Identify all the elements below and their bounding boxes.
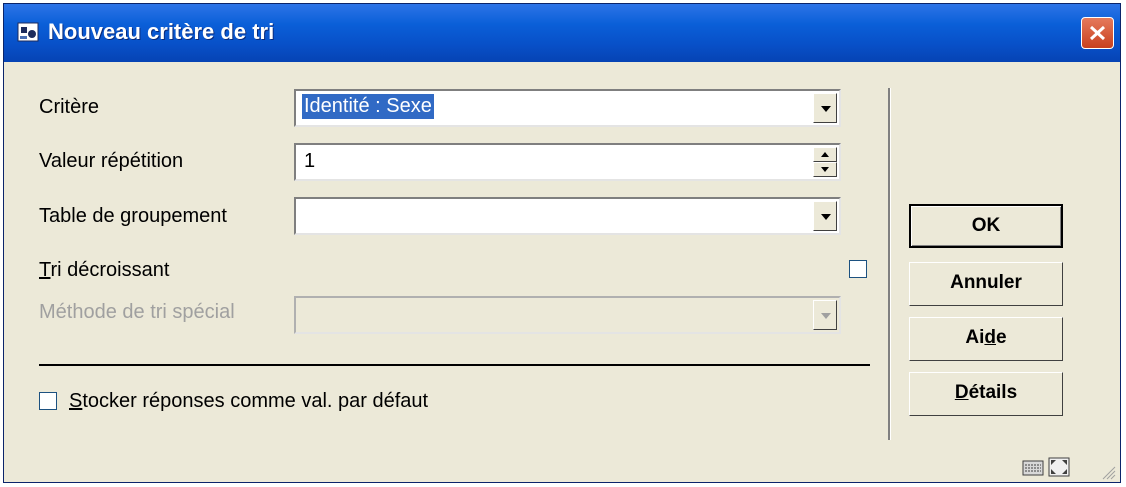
table-groupement-dropdown-button[interactable]	[813, 201, 837, 231]
details-button[interactable]: Détails	[909, 372, 1063, 416]
critere-select[interactable]: Identité : Sexe	[294, 89, 841, 127]
cancel-button[interactable]: Annuler	[909, 262, 1063, 306]
chevron-down-icon	[821, 106, 831, 112]
methode-tri-label: Méthode de tri spécial	[39, 301, 235, 323]
spin-up-button[interactable]	[813, 147, 837, 162]
critere-label: Critère	[39, 96, 100, 118]
stocker-checkbox[interactable]	[39, 392, 57, 410]
methode-tri-dropdown-button[interactable]	[813, 300, 837, 330]
keyboard-icon[interactable]	[1022, 460, 1044, 481]
help-button[interactable]: Aide	[909, 317, 1063, 361]
resize-grip-icon[interactable]	[1100, 464, 1116, 485]
stocker-label: Stocker réponses comme val. par défaut	[69, 390, 429, 412]
methode-tri-select[interactable]	[294, 296, 841, 334]
critere-value: Identité : Sexe	[302, 94, 434, 119]
form-divider	[39, 364, 870, 366]
fullscreen-icon[interactable]	[1048, 457, 1070, 482]
tri-decroissant-checkbox[interactable]	[849, 260, 867, 278]
arrow-up-icon	[821, 152, 829, 157]
arrow-down-icon	[821, 167, 829, 172]
table-groupement-label: Table de groupement	[39, 205, 227, 227]
app-dialog-icon	[16, 20, 40, 44]
close-button[interactable]	[1081, 17, 1114, 49]
window-title: Nouveau critère de tri	[48, 19, 275, 44]
chevron-down-icon	[821, 313, 831, 319]
ok-button[interactable]: OK	[909, 204, 1063, 248]
title-bar[interactable]: Nouveau critère de tri	[4, 4, 1120, 62]
close-icon	[1089, 25, 1106, 41]
critere-dropdown-button[interactable]	[813, 93, 837, 123]
button-divider	[888, 88, 891, 440]
tri-decroissant-label: Tri décroissant	[39, 259, 170, 281]
valeur-repetition-label: Valeur répétition	[39, 150, 184, 172]
spin-down-button[interactable]	[813, 162, 837, 177]
valeur-repetition-spinner[interactable]: 1	[294, 143, 841, 181]
table-groupement-select[interactable]	[294, 197, 841, 235]
valeur-repetition-value: 1	[304, 150, 316, 172]
dialog-window: Nouveau critère de tri Critère Identité …	[3, 3, 1121, 483]
chevron-down-icon	[821, 214, 831, 220]
